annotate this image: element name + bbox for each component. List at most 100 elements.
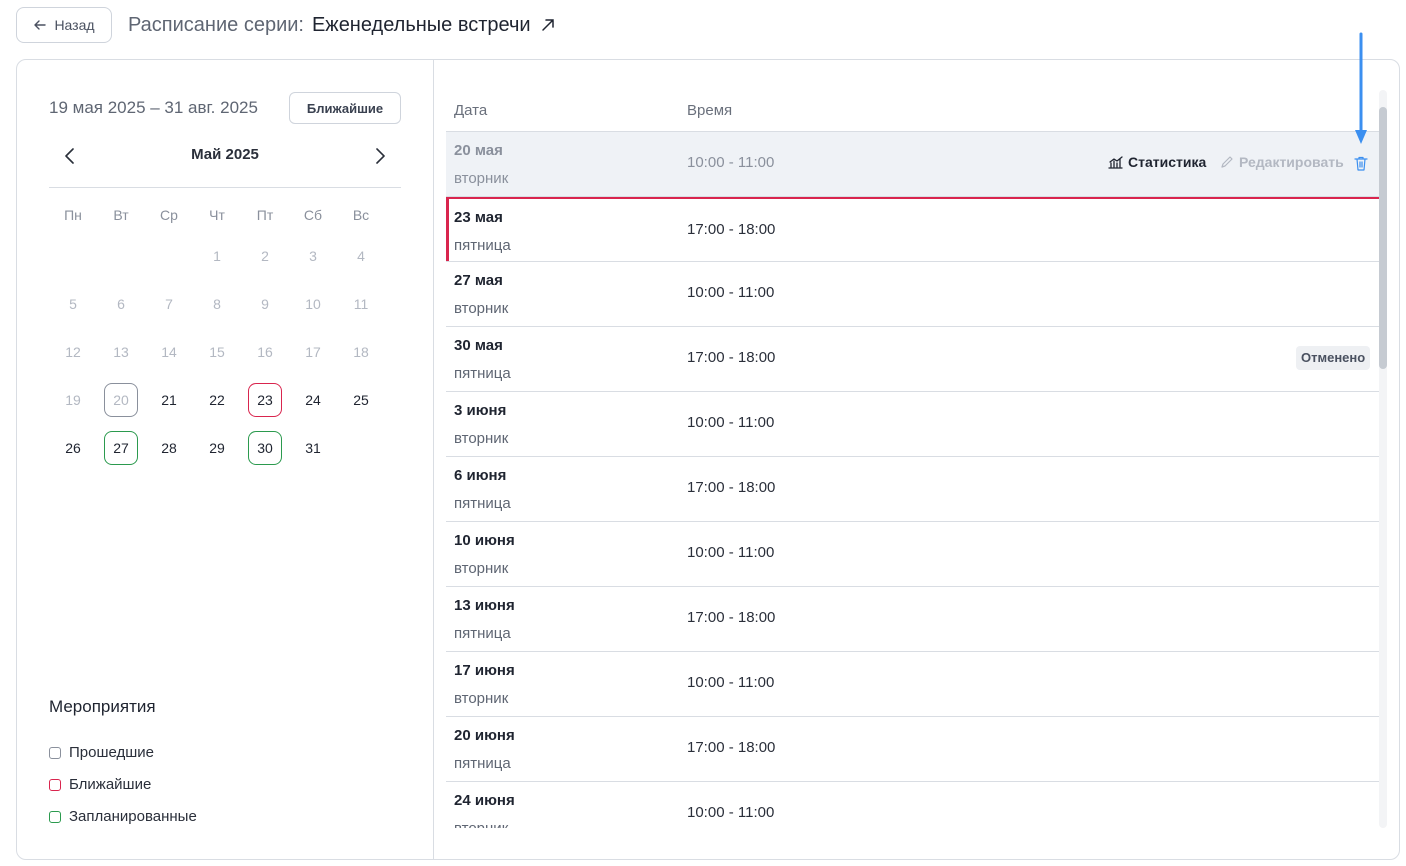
calendar-day[interactable]: 25 bbox=[337, 376, 385, 424]
calendar-day-number: 14 bbox=[161, 344, 177, 360]
calendar-day-number: 15 bbox=[209, 344, 225, 360]
calendar-day[interactable]: 22 bbox=[193, 376, 241, 424]
calendar-day-number: 31 bbox=[305, 440, 321, 456]
trash-icon bbox=[1354, 156, 1368, 171]
table-row[interactable]: 20 мая вторник 10:00 - 11:00 Статистика Реда… bbox=[446, 132, 1380, 197]
calendar-day-number: 10 bbox=[305, 296, 321, 312]
row-date: 20 мая bbox=[454, 142, 503, 159]
calendar-day[interactable]: 2 bbox=[241, 232, 289, 280]
edit-button[interactable]: Редактировать bbox=[1220, 154, 1344, 170]
status-badge: Отменено bbox=[1296, 346, 1371, 370]
calendar-day[interactable]: 31 bbox=[289, 424, 337, 472]
column-header-time: Время bbox=[687, 102, 733, 119]
calendar-day-number: 20 bbox=[104, 383, 138, 417]
table-row[interactable]: 6 июня пятница 17:00 - 18:00 bbox=[446, 457, 1380, 522]
calendar-day[interactable]: 27 bbox=[97, 424, 145, 472]
calendar-day[interactable]: 6 bbox=[97, 280, 145, 328]
calendar-day[interactable]: 13 bbox=[97, 328, 145, 376]
chevron-left-icon bbox=[65, 148, 74, 164]
calendar-day[interactable]: 4 bbox=[337, 232, 385, 280]
row-time: 10:00 - 11:00 bbox=[687, 414, 775, 431]
legend-swatch-near bbox=[49, 778, 61, 791]
scrollbar-thumb[interactable] bbox=[1379, 107, 1387, 369]
calendar-day-number: 4 bbox=[357, 248, 365, 264]
date-range: 19 мая 2025 – 31 авг. 2025 bbox=[49, 98, 258, 117]
calendar-day[interactable]: 12 bbox=[49, 328, 97, 376]
calendar-day-number: 8 bbox=[213, 296, 221, 312]
calendar-day[interactable]: 9 bbox=[241, 280, 289, 328]
annotation-arrow-icon bbox=[1355, 32, 1367, 144]
calendar-grid: 1 2 3 4 5 6 7 8 9 10 11 12 13 14 15 16 17 18 19 20 21 22 23 24 2… bbox=[49, 232, 385, 472]
events-table: Дата Время 20 мая вторник 10:00 - 11:00 Ста… bbox=[446, 60, 1380, 828]
calendar-day-number: 1 bbox=[213, 248, 221, 264]
calendar-day[interactable]: 20 bbox=[97, 376, 145, 424]
table-row[interactable]: 23 мая пятница 17:00 - 18:00 bbox=[446, 197, 1380, 262]
next-month-button[interactable] bbox=[370, 146, 390, 166]
calendar-day[interactable]: 19 bbox=[49, 376, 97, 424]
calendar-day[interactable]: 17 bbox=[289, 328, 337, 376]
table-header: Дата Время bbox=[446, 92, 1380, 132]
row-time: 17:00 - 18:00 bbox=[687, 739, 776, 756]
calendar-day[interactable]: 10 bbox=[289, 280, 337, 328]
calendar-day[interactable]: 15 bbox=[193, 328, 241, 376]
table-row[interactable]: 24 июня вторник 10:00 - 11:00 bbox=[446, 782, 1380, 828]
series-name-link[interactable]: Еженедельные встречи bbox=[312, 14, 531, 37]
calendar-day[interactable]: 28 bbox=[145, 424, 193, 472]
calendar-day[interactable]: 21 bbox=[145, 376, 193, 424]
row-weekday: пятница bbox=[454, 237, 511, 254]
calendar-day[interactable]: 18 bbox=[337, 328, 385, 376]
row-weekday: вторник bbox=[454, 560, 509, 577]
row-date: 6 июня bbox=[454, 467, 507, 484]
table-row[interactable]: 13 июня пятница 17:00 - 18:00 bbox=[446, 587, 1380, 652]
calendar-day[interactable]: 16 bbox=[241, 328, 289, 376]
row-date: 23 мая bbox=[454, 209, 503, 226]
calendar-day-number: 13 bbox=[113, 344, 129, 360]
row-date: 30 мая bbox=[454, 337, 503, 354]
prev-month-button[interactable] bbox=[60, 146, 80, 166]
back-button[interactable]: Назад bbox=[16, 7, 112, 43]
row-weekday: вторник bbox=[454, 690, 509, 707]
delete-button[interactable] bbox=[1354, 156, 1370, 172]
table-row[interactable]: 10 июня вторник 10:00 - 11:00 bbox=[446, 522, 1380, 587]
row-date: 10 июня bbox=[454, 532, 515, 549]
calendar-day-number: 7 bbox=[165, 296, 173, 312]
legend-label-planned: Запланированные bbox=[69, 808, 197, 825]
calendar-day[interactable]: 29 bbox=[193, 424, 241, 472]
row-time: 10:00 - 11:00 bbox=[687, 804, 775, 821]
calendar-day[interactable]: 1 bbox=[193, 232, 241, 280]
calendar-day[interactable]: 8 bbox=[193, 280, 241, 328]
table-row[interactable]: 27 мая вторник 10:00 - 11:00 bbox=[446, 262, 1380, 327]
calendar-day-number: 23 bbox=[248, 383, 282, 417]
table-body: 20 мая вторник 10:00 - 11:00 Статистика Реда… bbox=[446, 132, 1380, 828]
nearest-button[interactable]: Ближайшие bbox=[289, 92, 401, 124]
calendar-day[interactable]: 5 bbox=[49, 280, 97, 328]
calendar-day[interactable]: 24 bbox=[289, 376, 337, 424]
calendar-day[interactable]: 11 bbox=[337, 280, 385, 328]
calendar-day[interactable]: 3 bbox=[289, 232, 337, 280]
weekday-label: Сб bbox=[303, 207, 323, 223]
weekday-label: Вт bbox=[113, 207, 129, 223]
calendar-day[interactable]: 14 bbox=[145, 328, 193, 376]
legend-swatch-past bbox=[49, 746, 61, 759]
calendar-day[interactable]: 23 bbox=[241, 376, 289, 424]
row-date: 27 мая bbox=[454, 272, 503, 289]
row-weekday: пятница bbox=[454, 755, 511, 772]
calendar-day-number: 3 bbox=[309, 248, 317, 264]
row-time: 17:00 - 18:00 bbox=[687, 479, 776, 496]
row-weekday: пятница bbox=[454, 365, 511, 382]
calendar-day[interactable]: 7 bbox=[145, 280, 193, 328]
calendar-day-number: 22 bbox=[209, 392, 225, 408]
table-row[interactable]: 3 июня вторник 10:00 - 11:00 bbox=[446, 392, 1380, 457]
calendar-day[interactable]: 26 bbox=[49, 424, 97, 472]
table-row[interactable]: 20 июня пятница 17:00 - 18:00 bbox=[446, 717, 1380, 782]
calendar-day-number: 24 bbox=[305, 392, 321, 408]
calendar-day[interactable]: 30 bbox=[241, 424, 289, 472]
table-row[interactable]: 30 мая пятница 17:00 - 18:00 Отменено bbox=[446, 327, 1380, 392]
table-row[interactable]: 17 июня вторник 10:00 - 11:00 bbox=[446, 652, 1380, 717]
statistics-button[interactable]: Статистика bbox=[1108, 154, 1206, 170]
external-link-icon[interactable] bbox=[541, 18, 555, 32]
calendar-day-number: 6 bbox=[117, 296, 125, 312]
calendar-day-number: 2 bbox=[261, 248, 269, 264]
pencil-icon bbox=[1221, 156, 1233, 168]
arrow-left-icon bbox=[34, 20, 47, 30]
